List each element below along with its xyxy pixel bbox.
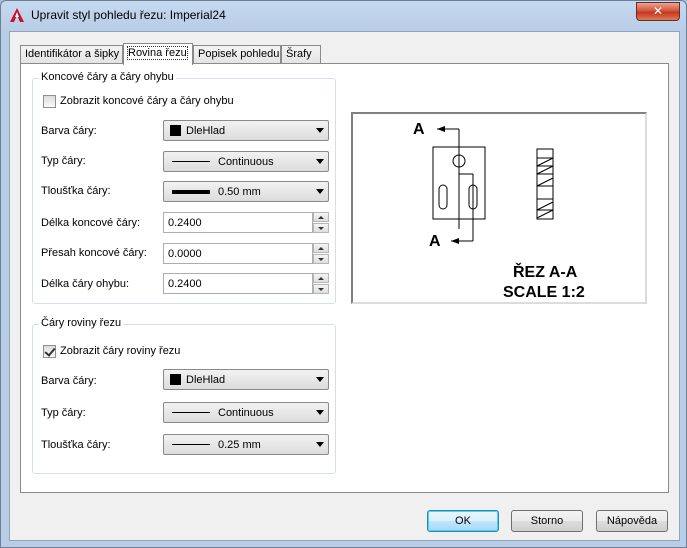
end-line-overshoot-spinner [163, 243, 329, 264]
dropdown-value: 0.50 mm [218, 186, 261, 198]
spin-down-button[interactable] [313, 284, 329, 294]
tab-label: Rovina řezu [127, 46, 188, 60]
section-title: ŘEZ A-A [513, 262, 578, 281]
group-title: Koncové čáry a čáry ohybu [39, 71, 176, 83]
bend-line-length-label: Délka čáry ohybu: [41, 278, 130, 290]
window-title: Upravit styl pohledu řezu: Imperial24 [31, 8, 226, 22]
cutting-line-color-dropdown[interactable]: DleHlad [163, 369, 329, 390]
cancel-button[interactable]: Storno [511, 510, 583, 532]
spin-up-button[interactable] [313, 243, 329, 253]
end-line-overshoot-input[interactable] [163, 243, 313, 264]
chevron-down-icon [316, 189, 324, 194]
cutting-line-weight-dropdown[interactable]: 0.25 mm [163, 434, 329, 455]
chevron-down-icon [316, 442, 324, 447]
end-line-length-spinner [163, 212, 329, 233]
chevron-down-icon [316, 128, 324, 133]
tab-label: Identifikátor a šipky [25, 48, 120, 60]
spin-up-button[interactable] [313, 273, 329, 283]
color-swatch [170, 374, 181, 385]
chevron-down-icon [316, 159, 324, 164]
title-bar[interactable]: Upravit styl pohledu řezu: Imperial24 ✕ [1, 1, 686, 31]
help-button[interactable]: Nápověda [596, 510, 668, 532]
lineweight-sample [172, 190, 210, 194]
bend-line-length-input[interactable] [163, 273, 313, 294]
line-weight-label: Tloušťka čáry: [41, 185, 111, 197]
line-type-label: Typ čáry: [41, 155, 86, 167]
top-arrow-head [437, 126, 445, 132]
cutting-line-type-dropdown[interactable]: Continuous [163, 402, 329, 423]
dialog-client-area: Identifikátor a šipky Rovina řezu Popise… [9, 31, 680, 541]
tab-cutting-plane[interactable]: Rovina řezu [123, 43, 193, 65]
dropdown-value: Continuous [218, 407, 274, 419]
cutting-plane-lines-group: Čáry roviny řezu Zobrazit čáry roviny ře… [32, 317, 336, 474]
chevron-down-icon [316, 377, 324, 382]
tab-panel-cutting-plane: Koncové čáry a čáry ohybu Zobrazit konco… [20, 63, 669, 493]
close-button[interactable]: ✕ [636, 2, 680, 21]
dropdown-value: 0.25 mm [218, 439, 261, 451]
dropdown-value: Continuous [218, 156, 274, 168]
tab-hatch[interactable]: Šrafy [281, 45, 321, 64]
preview-drawing: A A ŘEZ A-A SCALE 1:2 [413, 121, 585, 301]
show-cutting-plane-checkbox[interactable] [43, 345, 56, 358]
line-color-dropdown[interactable]: DleHlad [163, 120, 329, 141]
spin-up-button[interactable] [313, 212, 329, 222]
dropdown-value: DleHlad [186, 374, 226, 386]
autocad-app-icon [10, 8, 24, 22]
tab-identifier-arrows[interactable]: Identifikátor a šipky [20, 45, 123, 64]
end-line-length-label: Délka koncové čáry: [41, 217, 141, 229]
ok-button[interactable]: OK [427, 510, 499, 532]
line-weight-label: Tloušťka čáry: [41, 439, 111, 451]
section-scale: SCALE 1:2 [503, 284, 585, 301]
end-line-overshoot-label: Přesah koncové čáry: [41, 247, 147, 259]
spin-down-button[interactable] [313, 223, 329, 233]
end-line-length-input[interactable] [163, 212, 313, 233]
section-view-preview: A A ŘEZ A-A SCALE 1:2 [351, 112, 647, 304]
group-title: Čáry roviny řezu [39, 317, 124, 329]
lineweight-sample [172, 444, 210, 445]
tab-label: Popisek pohledu [198, 48, 280, 60]
chevron-down-icon [316, 410, 324, 415]
linetype-sample [172, 161, 210, 162]
show-end-lines-checkbox[interactable] [43, 95, 56, 108]
end-bend-lines-group: Koncové čáry a čáry ohybu Zobrazit konco… [32, 71, 336, 304]
line-weight-dropdown[interactable]: 0.50 mm [163, 181, 329, 202]
bottom-arrow-head [451, 238, 459, 244]
linetype-sample [172, 412, 210, 413]
line-color-label: Barva čáry: [41, 375, 97, 387]
line-type-dropdown[interactable]: Continuous [163, 151, 329, 172]
tab-view-label[interactable]: Popisek pohledu [193, 45, 281, 64]
bend-line-length-spinner [163, 273, 329, 294]
section-label-top: A [413, 121, 425, 138]
line-type-label: Typ čáry: [41, 407, 86, 419]
line-color-label: Barva čáry: [41, 125, 97, 137]
show-cutting-plane-label[interactable]: Zobrazit čáry roviny řezu [60, 345, 180, 357]
spin-down-button[interactable] [313, 254, 329, 264]
tab-label: Šrafy [286, 48, 312, 60]
part-slot-left [438, 184, 448, 210]
show-end-lines-label[interactable]: Zobrazit koncové čáry a čáry ohybu [60, 95, 234, 107]
dropdown-value: DleHlad [186, 125, 226, 137]
color-swatch [170, 125, 181, 136]
section-label-bottom: A [429, 233, 441, 250]
dialog-window: Upravit styl pohledu řezu: Imperial24 ✕ … [0, 0, 687, 548]
